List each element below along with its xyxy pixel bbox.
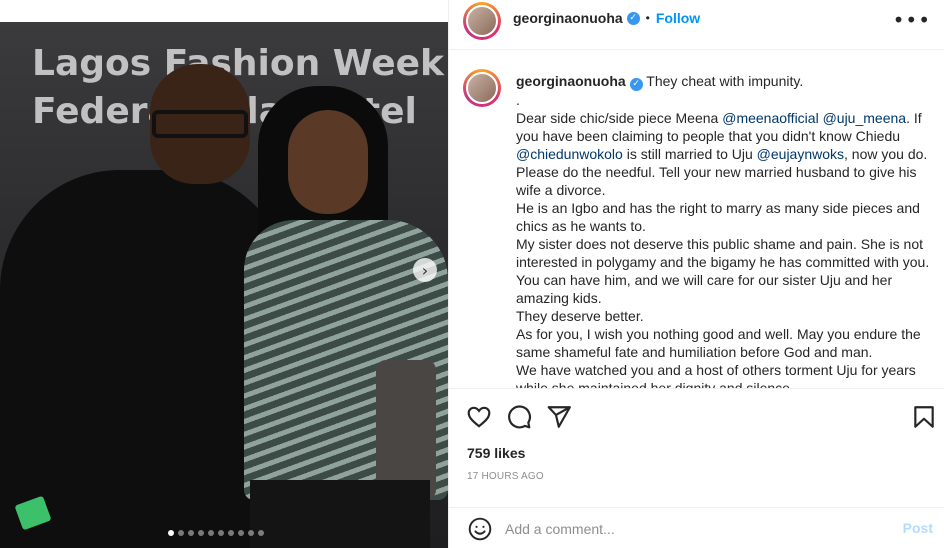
caption-text: amazing kids. <box>516 289 602 306</box>
comment-bar: Post <box>449 507 944 548</box>
header-user-info: georginaonuoha ✓ • Follow <box>513 10 700 26</box>
caption-line: . <box>516 91 931 109</box>
avatar-image <box>466 5 498 37</box>
caption-avatar[interactable] <box>463 69 501 107</box>
caption-text: They cheat with impunity. <box>642 73 804 89</box>
carousel-dot[interactable] <box>168 530 174 536</box>
caption-text: You can have him, and we will care for o… <box>516 271 893 288</box>
post-comment-button[interactable]: Post <box>903 520 933 536</box>
photo-woman-legs <box>250 480 430 548</box>
caption-line: We have watched you and a host of others… <box>516 361 931 379</box>
caption-username[interactable]: georginaonuoha <box>516 73 626 89</box>
caption-text: same shameful fate and humiliation befor… <box>516 343 873 360</box>
mention-link[interactable]: @chiedunwokolo <box>516 146 623 162</box>
caption-line: you have been claiming to people that yo… <box>516 127 931 145</box>
caption-text: As for you, I wish you nothing good and … <box>516 325 921 342</box>
caption-line: Please do the needful. Tell your new mar… <box>516 163 931 181</box>
media-top-strip <box>0 0 448 22</box>
caption-text: . <box>516 91 520 108</box>
carousel-dots <box>168 530 264 536</box>
verified-badge-icon: ✓ <box>626 11 640 25</box>
chevron-right-icon[interactable]: › <box>413 258 437 282</box>
caption-line: Dear side chic/side piece Meena @meenaof… <box>516 109 931 127</box>
heart-icon[interactable] <box>466 404 492 430</box>
photo-woman-face <box>288 110 368 214</box>
post-timestamp[interactable]: 17 HOURS AGO <box>467 471 544 482</box>
caption-text: while she maintained her dignity and sil… <box>516 379 794 389</box>
more-options-icon[interactable]: ••• <box>893 8 931 32</box>
post-details-panel: georginaonuoha ✓ • Follow ••• georginaon… <box>448 0 944 548</box>
caption-line: amazing kids. <box>516 289 931 307</box>
caption-text: Dear side chic/side piece Meena <box>516 109 723 126</box>
follow-button[interactable]: Follow <box>656 10 700 26</box>
carousel-dot[interactable] <box>238 530 244 536</box>
caption-text: wife a divorce. <box>516 181 606 198</box>
caption-text: , now you do. <box>844 145 928 162</box>
paper-plane-icon[interactable] <box>546 404 572 430</box>
caption-line: As for you, I wish you nothing good and … <box>516 325 931 343</box>
carousel-dot[interactable] <box>228 530 234 536</box>
caption-line: wife a divorce. <box>516 181 931 199</box>
caption-text: My sister does not deserve this public s… <box>516 235 923 252</box>
caption-text: chics as he wants to. <box>516 217 646 234</box>
caption-line: georginaonuoha ✓ They cheat with impunity… <box>516 72 931 91</box>
caption-text: . If <box>906 109 922 126</box>
post-caption: georginaonuoha ✓ They cheat with impunity… <box>516 72 931 388</box>
header-username[interactable]: georginaonuoha <box>513 10 623 26</box>
caption-line: @chiedunwokolo is still married to Uju @… <box>516 145 931 163</box>
verified-badge-icon: ✓ <box>629 77 643 91</box>
header-separator: • <box>645 11 650 25</box>
caption-scroll-area[interactable]: georginaonuoha ✓ They cheat with impunity… <box>449 51 944 388</box>
caption-line: My sister does not deserve this public s… <box>516 235 931 253</box>
caption-line: You can have him, and we will care for o… <box>516 271 931 289</box>
caption-text: you have been claiming to people that yo… <box>516 127 901 144</box>
caption-text: interested in polygamy and the bigamy he… <box>516 253 930 270</box>
caption-text: They deserve better. <box>516 307 644 324</box>
caption-text: is still married to Uju <box>622 145 757 162</box>
caption-text: We have watched you and a host of others… <box>516 361 916 378</box>
mention-link[interactable]: @eujaynwoks <box>757 146 844 162</box>
post-media[interactable]: Lagos Fashion Week T Federal Pala Hotel … <box>0 0 448 548</box>
carousel-dot[interactable] <box>198 530 204 536</box>
caption-line: chics as he wants to. <box>516 217 931 235</box>
carousel-dot[interactable] <box>248 530 254 536</box>
caption-line: while she maintained her dignity and sil… <box>516 379 931 389</box>
carousel-dot[interactable] <box>178 530 184 536</box>
avatar-image <box>466 72 498 104</box>
caption-text: Please do the needful. Tell your new mar… <box>516 163 917 180</box>
bookmark-icon[interactable] <box>911 404 937 430</box>
post-actions: 759 likes 17 HOURS AGO Post <box>449 388 944 548</box>
carousel-dot[interactable] <box>188 530 194 536</box>
caption-line: They deserve better. <box>516 307 931 325</box>
carousel-dot[interactable] <box>258 530 264 536</box>
photo-man-glasses <box>152 110 248 138</box>
caption-line: He is an Igbo and has the right to marry… <box>516 199 931 217</box>
carousel-dot[interactable] <box>218 530 224 536</box>
caption-line: same shameful fate and humiliation befor… <box>516 343 931 361</box>
comment-input[interactable] <box>505 518 885 540</box>
caption-text: He is an Igbo and has the right to marry… <box>516 199 920 216</box>
comment-icon[interactable] <box>506 404 532 430</box>
caption-line: interested in polygamy and the bigamy he… <box>516 253 931 271</box>
smiley-icon[interactable] <box>467 516 493 542</box>
mention-link[interactable]: @meenaofficial <box>722 110 818 126</box>
likes-count[interactable]: 759 likes <box>467 445 525 461</box>
avatar[interactable] <box>463 2 501 40</box>
mention-link[interactable]: @uju_meena <box>823 110 907 126</box>
photo-woman-bag <box>376 360 436 500</box>
carousel-dot[interactable] <box>208 530 214 536</box>
post-header: georginaonuoha ✓ • Follow ••• <box>449 0 944 50</box>
